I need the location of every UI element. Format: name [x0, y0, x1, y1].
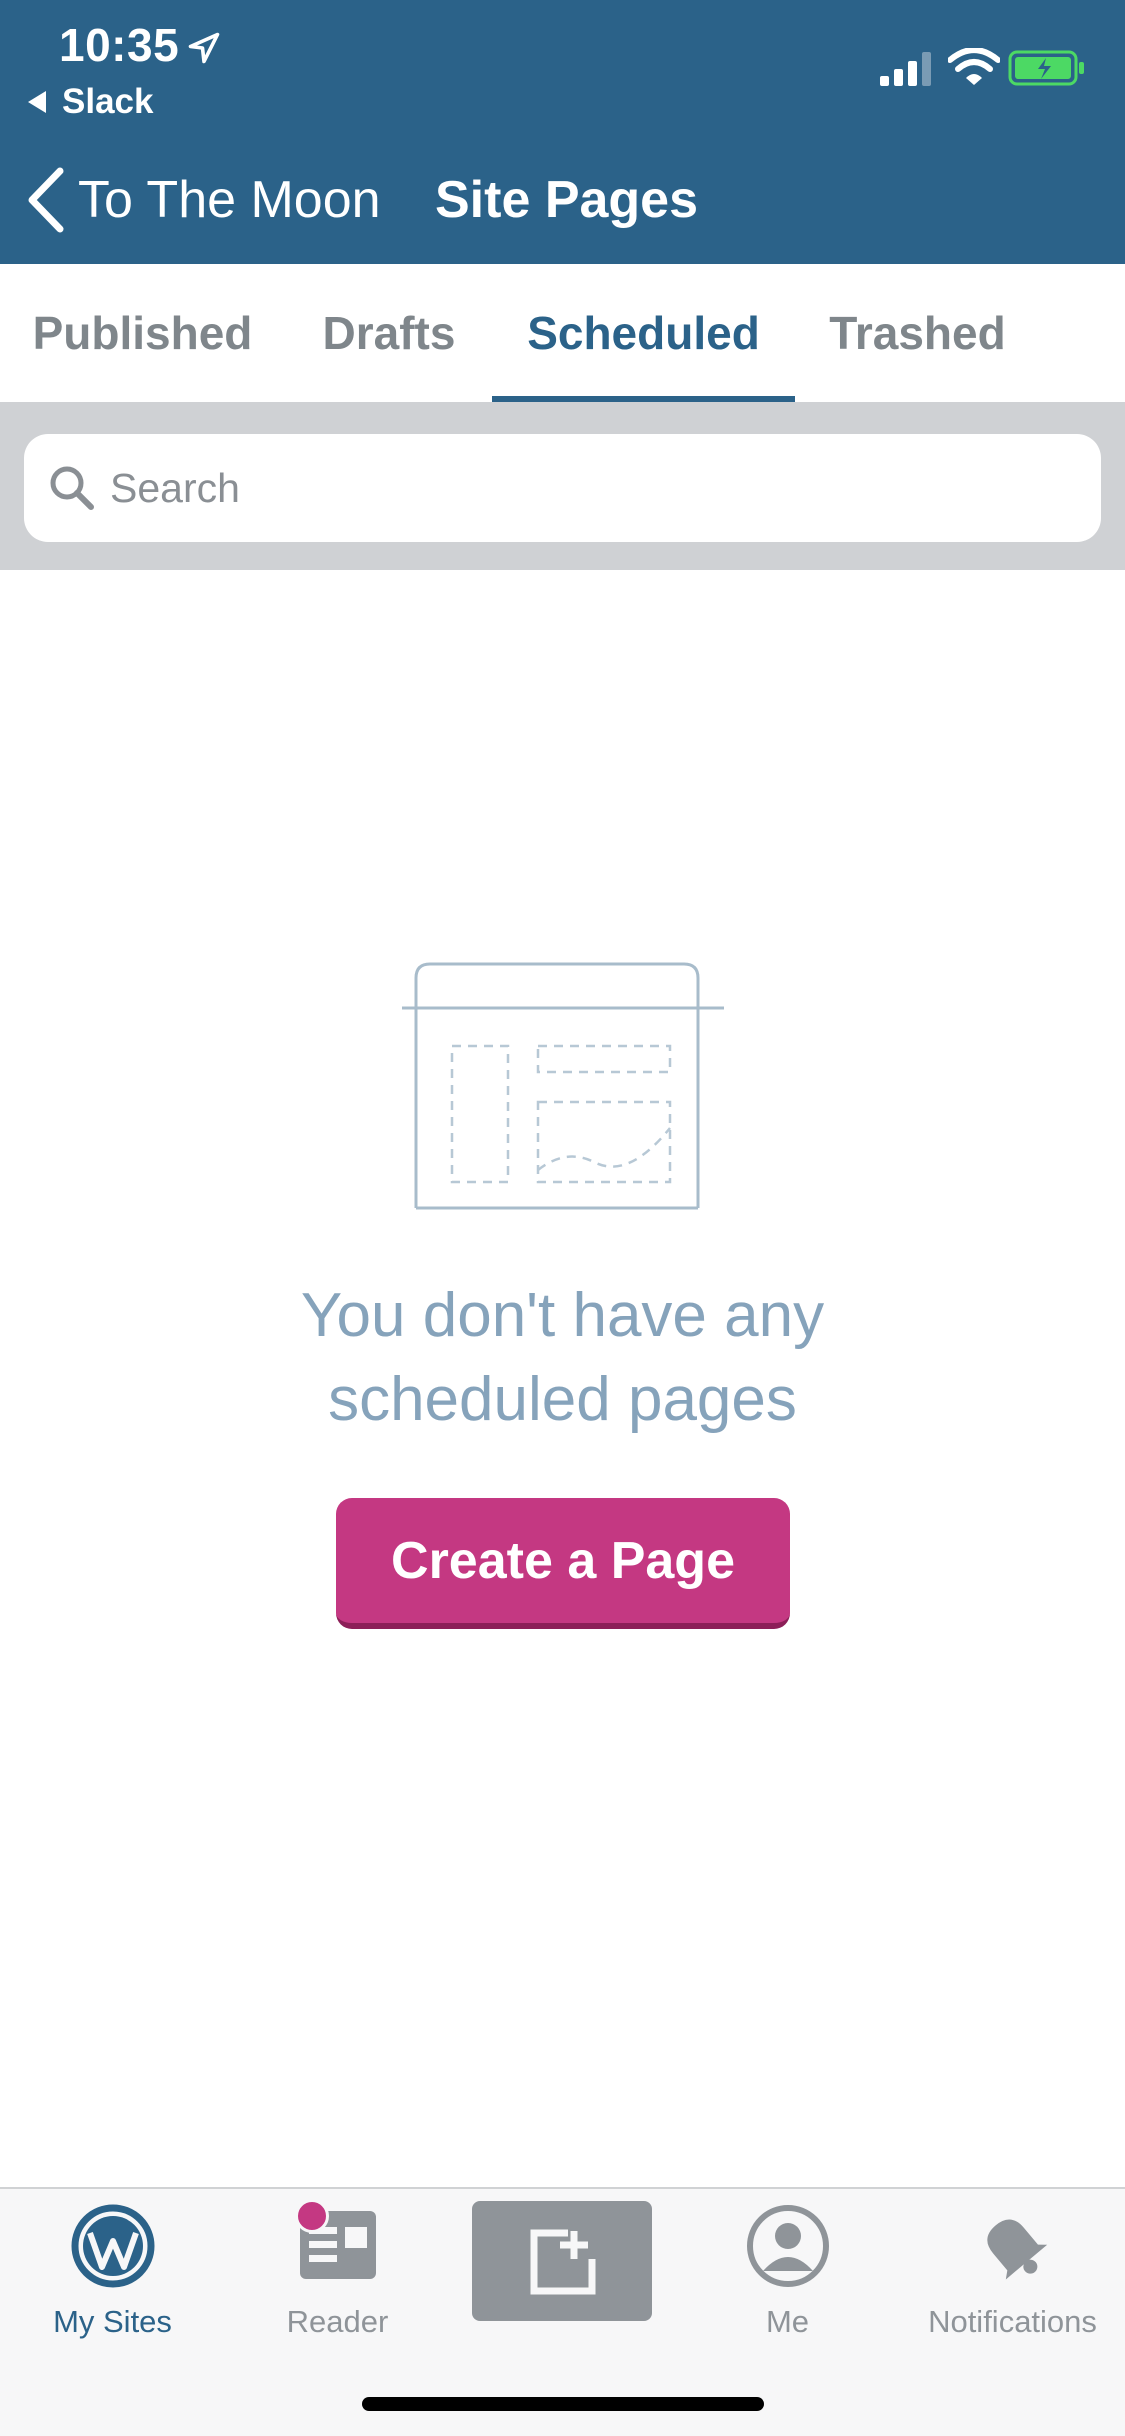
user-icon [746, 2205, 829, 2287]
tab-trashed[interactable]: Trashed [810, 264, 1025, 402]
tab-drafts[interactable]: Drafts [300, 264, 478, 402]
wifi-icon [948, 48, 1000, 85]
battery-icon [1008, 50, 1084, 86]
tabbar-label-my-sites: My Sites [53, 2304, 172, 2339]
home-indicator [362, 2397, 764, 2411]
back-triangle-icon [28, 91, 46, 113]
back-chevron-icon[interactable] [24, 165, 68, 235]
tabbar-new-post-button[interactable] [472, 2201, 652, 2321]
reader-unread-badge [295, 2199, 329, 2233]
tabbar-label-me: Me [765, 2304, 810, 2339]
search-field-container[interactable] [24, 434, 1101, 542]
tabbar-label-reader: Reader [286, 2304, 389, 2339]
app-header: 10:35 Slack To The Moon Site Pages [0, 0, 1125, 264]
tabbar-my-sites[interactable]: My Sites [0, 2189, 225, 2349]
tabbar-label-notifications: Notifications [928, 2304, 1097, 2339]
back-to-app-link[interactable]: Slack [28, 82, 153, 122]
location-arrow-icon [188, 32, 220, 64]
create-page-button[interactable]: Create a Page [336, 1498, 790, 1629]
search-bar [0, 402, 1125, 570]
tabbar-reader[interactable]: Reader [225, 2189, 450, 2349]
empty-pages-illustration [402, 962, 724, 1210]
wordpress-icon [71, 2204, 154, 2288]
search-input[interactable] [110, 434, 1070, 542]
cellular-signal-icon [880, 52, 931, 86]
empty-state-message: You don't have any scheduled pages [0, 1274, 1125, 1442]
nav-back-site-name[interactable]: To The Moon [78, 170, 381, 230]
page-title: Site Pages [435, 171, 699, 229]
search-icon [50, 466, 94, 510]
bottom-tab-bar: My Sites Reader Me Notifications [0, 2187, 1125, 2436]
back-app-label: Slack [62, 82, 154, 121]
bell-icon [986, 2219, 1047, 2280]
filter-tabs: Published Drafts Scheduled Trashed [0, 264, 1125, 402]
tabbar-me[interactable]: Me [675, 2189, 900, 2349]
empty-state-line1: You don't have any [300, 1281, 825, 1350]
tab-published[interactable]: Published [0, 264, 285, 402]
tab-scheduled[interactable]: Scheduled [492, 264, 795, 402]
empty-state-line2: scheduled pages [328, 1365, 797, 1434]
new-post-icon [530, 2229, 596, 2295]
status-time: 10:35 [59, 19, 180, 71]
tabbar-notifications[interactable]: Notifications [900, 2189, 1125, 2349]
